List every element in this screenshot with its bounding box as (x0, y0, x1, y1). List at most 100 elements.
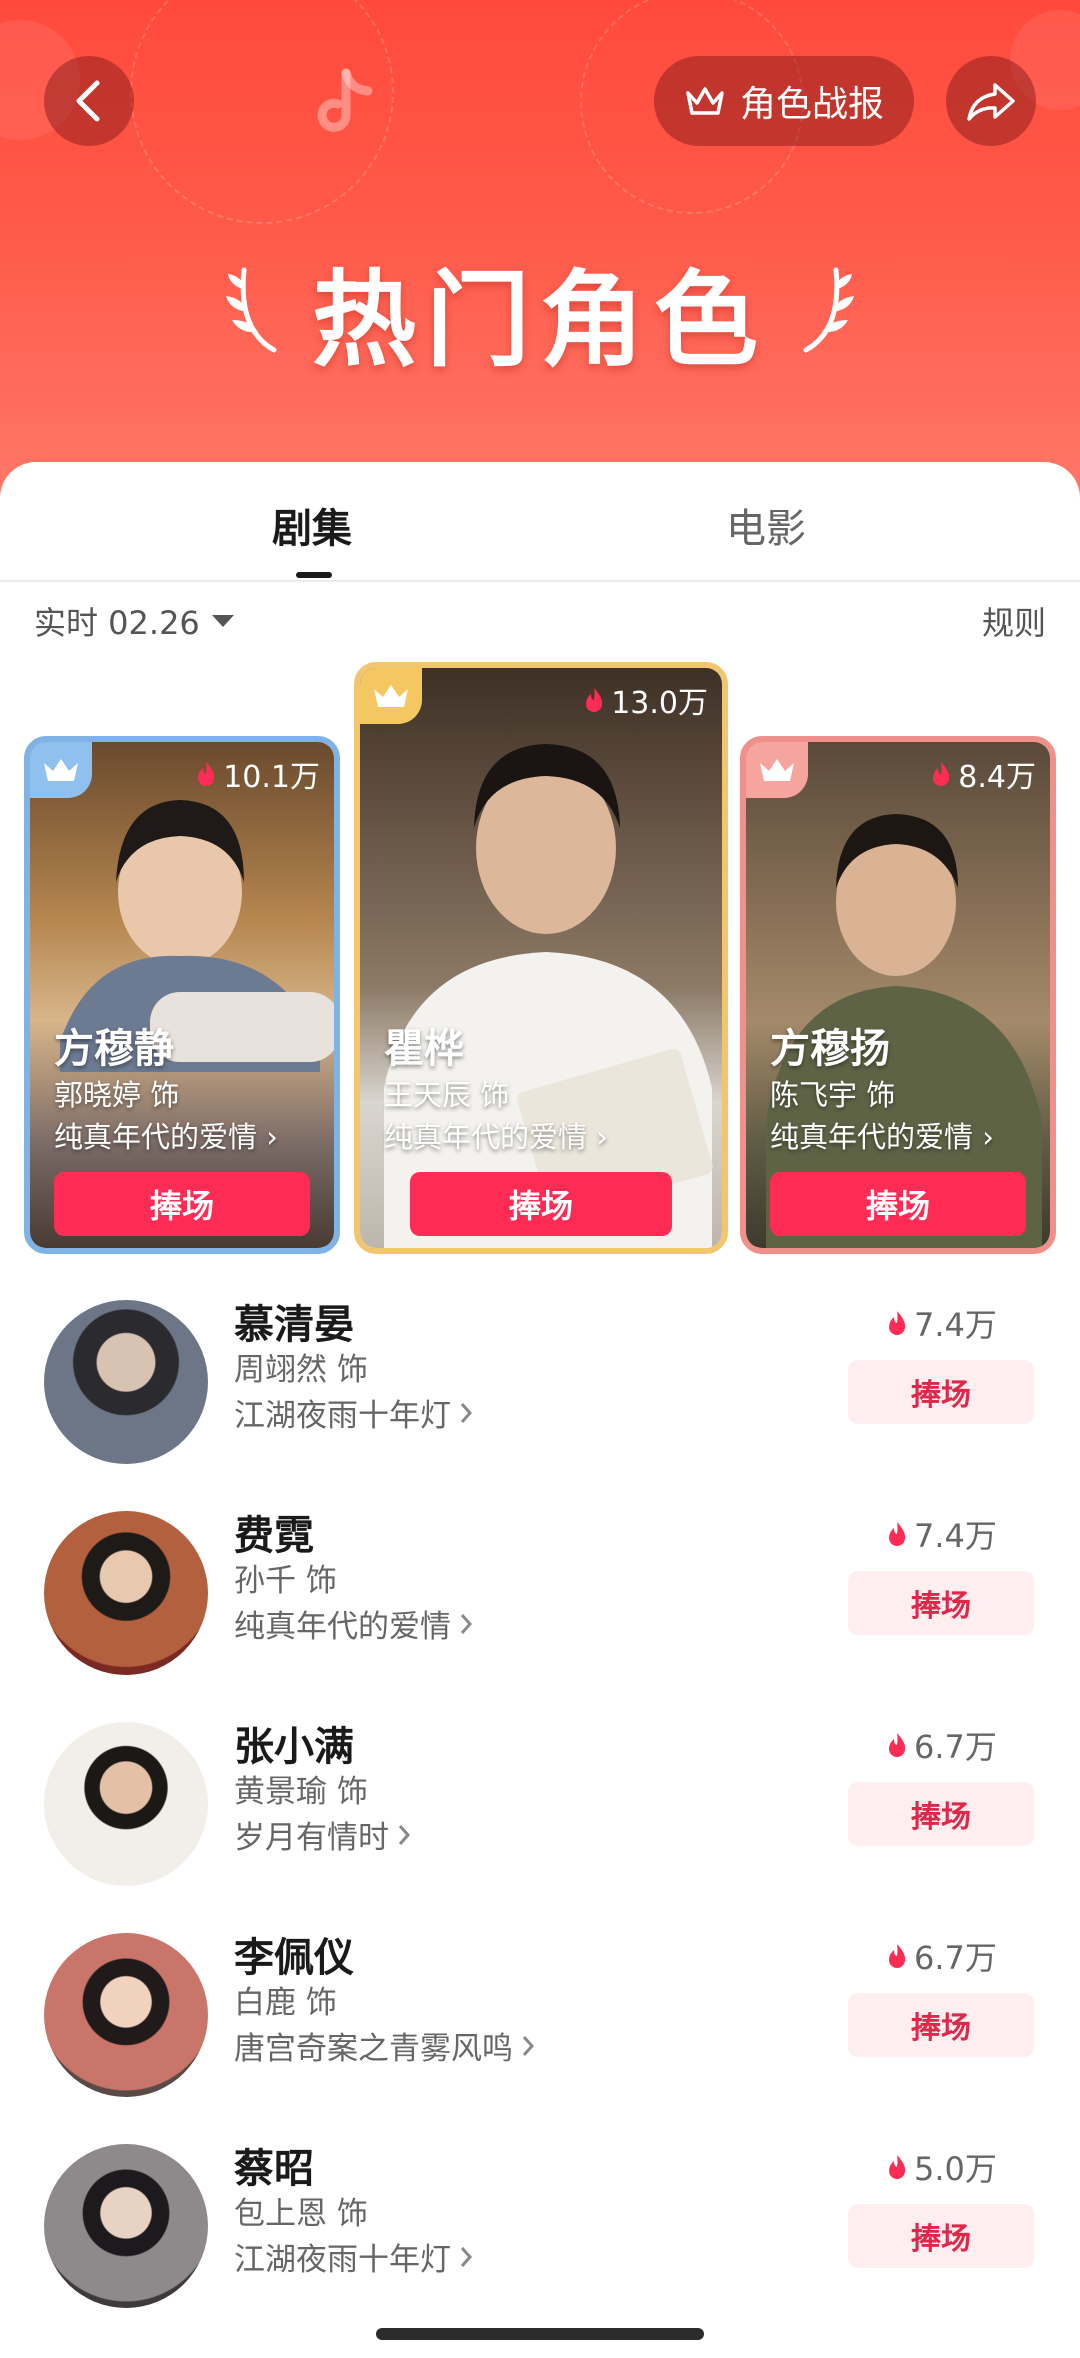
drama-link[interactable]: 唐宫奇案之青雾风鸣 (234, 2023, 535, 2068)
avatar (44, 1722, 208, 1886)
top-card-rank-3[interactable]: 8.4万 方穆扬 陈飞宇 饰 纯真年代的爱情 › 捧场 (740, 736, 1056, 1254)
flame-icon (198, 762, 215, 786)
rank-badge (746, 742, 808, 798)
top-card-rank-2[interactable]: 10.1万 方穆静 郭晓婷 饰 纯真年代的爱情 › 捧场 (24, 736, 340, 1254)
chevron-right-icon (398, 1824, 411, 1845)
heat-value: 8.4万 (930, 752, 1036, 796)
cheer-button[interactable]: 捧场 (848, 1993, 1034, 2057)
heat-value: 7.4万 (886, 1300, 997, 1346)
laurel-right-icon (803, 267, 854, 353)
heat-value: 6.7万 (886, 1933, 997, 1979)
cheer-button[interactable]: 捧场 (54, 1172, 310, 1236)
actor-name: 白鹿 饰 (234, 1985, 337, 2021)
tab-movie[interactable]: 电影 (726, 496, 806, 554)
home-indicator[interactable] (376, 2328, 704, 2340)
character-name: 蔡昭 (234, 2146, 314, 2192)
cheer-button[interactable]: 捧场 (848, 1782, 1034, 1846)
heat-text: 10.1万 (223, 760, 320, 795)
drama-title: 岁月有情时 (234, 1820, 389, 1856)
heat-value: 6.7万 (886, 1722, 997, 1768)
character-name: 费霓 (234, 1513, 314, 1559)
character-name: 李佩仪 (234, 1935, 354, 1981)
drama-title: 江湖夜雨十年灯 (234, 2242, 451, 2278)
heat-text: 6.7万 (914, 1728, 997, 1766)
heat-text: 7.4万 (914, 1517, 997, 1555)
flame-icon (586, 688, 603, 712)
header-banner: 角色战报 热门角色 (0, 0, 1080, 520)
flame-icon (889, 1311, 906, 1335)
character-name: 方穆静 (54, 1026, 174, 1072)
page-title: 热门角色 (311, 258, 768, 381)
avatar (44, 2144, 208, 2308)
drama-link[interactable]: 纯真年代的爱情 › (770, 1114, 994, 1156)
cheer-button[interactable]: 捧场 (770, 1172, 1026, 1236)
page-title-area: 热门角色 (0, 240, 1080, 381)
drama-link[interactable]: 江湖夜雨十年灯 (234, 2234, 473, 2279)
tabs-divider (0, 580, 1080, 582)
actor-name: 陈飞宇 饰 (770, 1078, 896, 1112)
cheer-button[interactable]: 捧场 (848, 2204, 1034, 2268)
drama-link[interactable]: 江湖夜雨十年灯 (234, 1390, 473, 1435)
list-item[interactable]: 费霓 孙千 饰 纯真年代的爱情 7.4万 捧场 (0, 1497, 1080, 1677)
heat-value: 7.4万 (886, 1511, 997, 1557)
character-name: 慕清晏 (234, 1302, 354, 1348)
date-filter-dropdown[interactable]: 实时 02.26 (34, 598, 236, 644)
chevron-right-icon (460, 1613, 473, 1634)
character-name: 方穆扬 (770, 1026, 890, 1072)
back-button[interactable] (44, 56, 134, 146)
flame-icon (889, 2155, 906, 2179)
crown-icon (44, 759, 78, 781)
character-name: 瞿桦 (384, 1026, 464, 1072)
actor-name: 王天辰 饰 (384, 1078, 510, 1112)
drama-link[interactable]: 纯真年代的爱情 › (384, 1114, 608, 1156)
category-tabs: 剧集 电影 (0, 470, 1080, 580)
avatar (44, 1300, 208, 1464)
drama-link[interactable]: 岁月有情时 (234, 1812, 411, 1857)
actor-name: 郭晓婷 饰 (54, 1078, 180, 1112)
heat-value: 13.0万 (583, 678, 708, 722)
tab-series[interactable]: 剧集 (272, 496, 352, 554)
heat-value: 10.1万 (195, 752, 320, 796)
character-name: 张小满 (234, 1724, 354, 1770)
actor-name: 孙千 饰 (234, 1563, 337, 1599)
drama-link[interactable]: 纯真年代的爱情 (234, 1601, 473, 1646)
crown-icon (760, 759, 794, 781)
chevron-right-icon (522, 2035, 535, 2056)
flame-icon (933, 762, 950, 786)
rules-link[interactable]: 规则 (982, 598, 1046, 644)
flame-icon (889, 1522, 906, 1546)
avatar (44, 1933, 208, 2097)
laurel-left-icon (225, 267, 277, 353)
list-item[interactable]: 李佩仪 白鹿 饰 唐宫奇案之青雾风鸣 6.7万 捧场 (0, 1919, 1080, 2099)
cheer-button[interactable]: 捧场 (848, 1360, 1034, 1424)
actor-name: 包上恩 饰 (234, 2196, 368, 2232)
cheer-button[interactable]: 捧场 (848, 1571, 1034, 1635)
character-photo (360, 668, 722, 1248)
list-item[interactable]: 蔡昭 包上恩 饰 江湖夜雨十年灯 5.0万 捧场 (0, 2130, 1080, 2310)
actor-name: 周翊然 饰 (234, 1352, 368, 1388)
active-tab-indicator (296, 572, 332, 578)
cheer-button[interactable]: 捧场 (410, 1172, 672, 1236)
crown-icon (374, 685, 408, 707)
chevron-right-icon (460, 1402, 473, 1423)
avatar (44, 1511, 208, 1675)
drama-title: 江湖夜雨十年灯 (234, 1398, 451, 1434)
drama-title: 唐宫奇案之青雾风鸣 (234, 2031, 513, 2067)
chevron-right-icon (460, 2246, 473, 2267)
heat-value: 5.0万 (886, 2144, 997, 2190)
heat-text: 8.4万 (958, 760, 1036, 795)
actor-name: 黄景瑜 饰 (234, 1774, 368, 1810)
drama-title: 纯真年代的爱情 (234, 1609, 451, 1645)
list-item[interactable]: 张小满 黄景瑜 饰 岁月有情时 6.7万 捧场 (0, 1708, 1080, 1888)
share-button[interactable] (946, 56, 1036, 146)
heat-text: 5.0万 (914, 2150, 997, 2188)
share-arrow-icon (967, 83, 1015, 121)
drama-link[interactable]: 纯真年代的爱情 › (54, 1114, 278, 1156)
flame-icon (889, 1733, 906, 1757)
list-item[interactable]: 慕清晏 周翊然 饰 江湖夜雨十年灯 7.4万 捧场 (0, 1286, 1080, 1466)
flame-icon (889, 1944, 906, 1968)
rank-badge (360, 668, 422, 724)
role-report-button[interactable]: 角色战报 (654, 56, 914, 146)
heat-text: 6.7万 (914, 1939, 997, 1977)
top-card-rank-1[interactable]: 13.0万 瞿桦 王天辰 饰 纯真年代的爱情 › 捧场 (354, 662, 728, 1254)
